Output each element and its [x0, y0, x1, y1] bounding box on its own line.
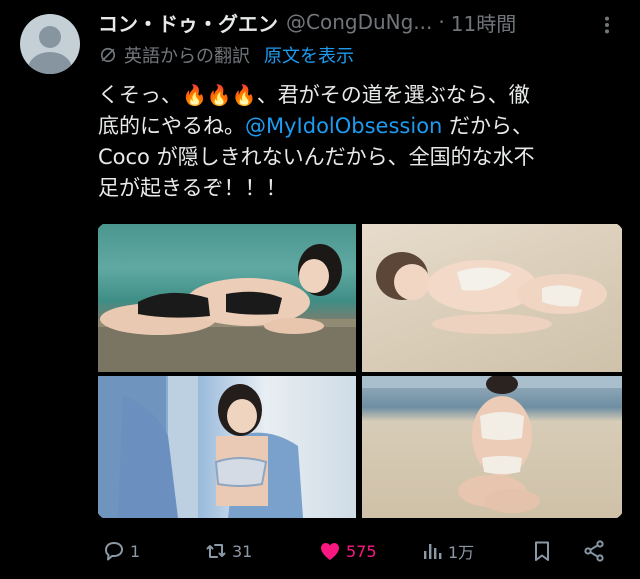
views-chart-icon [424, 544, 442, 559]
more-options-icon[interactable] [596, 14, 618, 36]
tweet-text-segment: くそっ、 [98, 83, 182, 107]
photo-3-content [98, 376, 303, 518]
tweet-line-4: 足が起きるぞ！！！ [98, 176, 287, 200]
heart-icon [321, 543, 339, 560]
tweet-line-2: 底的にやるね。@MyIdolObsession だから、 [98, 111, 628, 142]
photo-2-content [376, 252, 607, 334]
like-button[interactable]: 575 [318, 536, 377, 566]
reply-count: 1 [130, 541, 141, 561]
photo-4[interactable] [362, 376, 622, 518]
tweet-text-segment: だから、 [442, 114, 534, 138]
tweet-text-segment: 、君がその道を選ぶなら、徹 [256, 83, 530, 107]
views-button[interactable]: 1万 [420, 536, 474, 566]
like-count: 575 [346, 541, 377, 561]
reply-icon [105, 542, 123, 561]
display-name[interactable]: コン・ドゥ・グエン [98, 8, 278, 37]
tweet-header: コン・ドゥ・グエン @CongDuNg... · 11時間 [98, 8, 516, 36]
translation-row: 英語からの翻訳 原文を表示 [98, 42, 354, 68]
translate-icon [100, 47, 116, 63]
photo-2[interactable] [362, 224, 622, 372]
views-count: 1万 [448, 543, 475, 562]
tweet-line-3: Coco が隠しきれないんだから、全国的な水不 [98, 145, 535, 169]
action-bar: 1 31 575 1万 [96, 536, 616, 566]
photo-4-content [362, 376, 622, 513]
user-handle[interactable]: @CongDuNg... [286, 10, 432, 34]
photo-1-content [98, 244, 356, 372]
avatar-shoulders [28, 52, 72, 74]
avatar-head [39, 26, 61, 48]
repost-icon [206, 544, 226, 558]
bookmark-button[interactable] [530, 536, 554, 566]
fire-emoji-icon: 🔥🔥🔥 [182, 83, 257, 107]
separator-dot: · [438, 10, 445, 34]
repost-count: 31 [232, 541, 253, 561]
reply-button[interactable]: 1 [102, 536, 140, 566]
tweet-line-1: くそっ、🔥🔥🔥、君がその道を選ぶなら、徹 [98, 80, 628, 111]
bookmark-icon [535, 541, 549, 561]
share-button[interactable] [582, 536, 606, 566]
share-icon [584, 540, 604, 562]
timestamp[interactable]: 11時間 [451, 8, 516, 37]
avatar[interactable] [20, 14, 80, 74]
tweet-text-segment: 底的にやるね。 [98, 114, 245, 138]
repost-button[interactable]: 31 [204, 536, 252, 566]
photo-1[interactable] [98, 224, 356, 372]
tweet-text: くそっ、🔥🔥🔥、君がその道を選ぶなら、徹 底的にやるね。@MyIdolObses… [98, 80, 628, 204]
show-original-link[interactable]: 原文を表示 [264, 42, 354, 68]
translation-label: 英語からの翻訳 [124, 46, 250, 67]
mention-link[interactable]: @MyIdolObsession [245, 114, 442, 138]
media-grid [96, 222, 624, 520]
photo-3[interactable] [98, 376, 356, 518]
